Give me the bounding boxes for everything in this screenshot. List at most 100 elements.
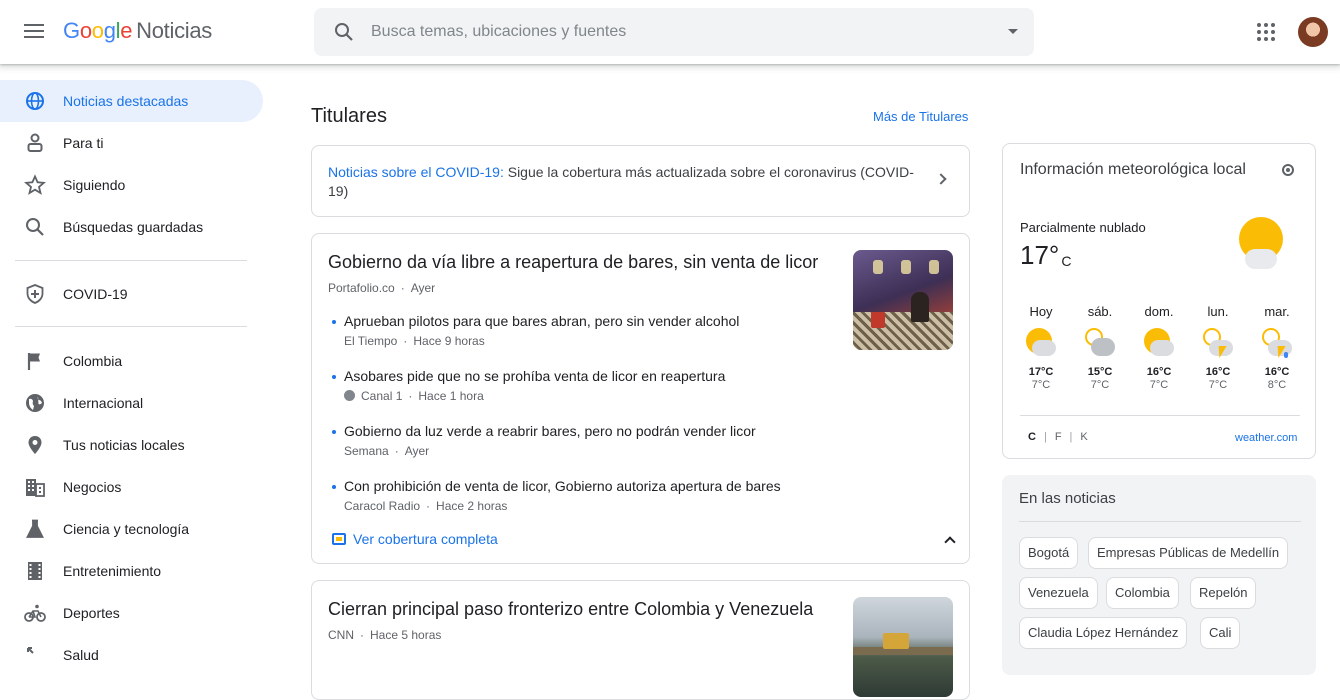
search-input[interactable] — [371, 20, 971, 44]
related-source[interactable]: Semana — [344, 444, 389, 458]
sidebar-item-salud[interactable]: Salud — [0, 634, 263, 676]
user-avatar[interactable] — [1298, 17, 1328, 47]
forecast-high: 16°C — [1264, 366, 1290, 378]
topic-chip[interactable]: Bogotá — [1019, 537, 1079, 569]
partly-cloudy-icon — [1026, 328, 1056, 358]
more-headlines-link[interactable]: Más de Titulares — [873, 109, 968, 124]
sidebar-item-ciencia-y-tecnologia[interactable]: Ciencia y tecnología — [0, 508, 263, 550]
unit-kelvin[interactable]: K — [1080, 431, 1087, 443]
cloud-icon — [1245, 249, 1277, 269]
sidebar-item-tus-noticias-locales[interactable]: Tus noticias locales — [0, 424, 263, 466]
forecast-day-label: sáb. — [1087, 304, 1113, 319]
building-icon — [26, 479, 45, 497]
sidebar-item-label: Búsquedas guardadas — [63, 219, 204, 235]
bullet — [332, 320, 336, 324]
forecast-day[interactable]: Hoy 17°C 7°C — [1012, 304, 1070, 391]
cloudy-icon — [1085, 328, 1115, 358]
apps-grid-icon[interactable] — [1254, 20, 1278, 44]
sidebar-item-label: Ciencia y tecnología — [63, 521, 190, 537]
related-source[interactable]: Canal 1 — [361, 389, 402, 403]
topic-chip[interactable]: Claudia López Hernández — [1019, 617, 1188, 649]
story-time: Ayer — [410, 281, 436, 295]
sidebar-item-negocios[interactable]: Negocios — [0, 466, 263, 508]
forecast-day[interactable]: dom. 16°C 7°C — [1130, 304, 1188, 391]
sidebar-item-para-ti[interactable]: Para ti — [0, 122, 263, 164]
menu-icon[interactable] — [22, 20, 46, 44]
related-meta: Semana · Ayer — [344, 444, 430, 458]
chevron-right-icon[interactable] — [935, 173, 947, 185]
story-thumbnail[interactable] — [853, 597, 953, 697]
forecast-low: 7°C — [1031, 379, 1051, 391]
sidebar-item-label: COVID-19 — [63, 286, 128, 302]
thunderstorm-rain-icon — [1262, 328, 1292, 358]
related-headline[interactable]: Gobierno da luz verde a reabrir bares, p… — [344, 423, 756, 439]
sidebar-item-entretenimiento[interactable]: Entretenimiento — [0, 550, 263, 592]
current-temperature: 17° C — [1020, 240, 1071, 271]
covid-banner-lead[interactable]: Noticias sobre el COVID-19: — [328, 164, 504, 180]
search-options-dropdown-icon[interactable] — [1008, 29, 1018, 34]
related-time: Hace 1 hora — [418, 389, 484, 403]
unit-fahrenheit[interactable]: F — [1055, 431, 1062, 443]
sidebar-item-label: Entretenimiento — [63, 563, 162, 579]
related-headline[interactable]: Asobares pide que no se prohíba venta de… — [344, 368, 725, 384]
story-headline[interactable]: Cierran principal paso fronterizo entre … — [328, 599, 813, 620]
my-location-icon[interactable] — [1282, 164, 1294, 176]
topic-chip[interactable]: Repelón — [1190, 577, 1257, 609]
forecast-day[interactable]: sáb. 15°C 7°C — [1071, 304, 1129, 391]
weather-divider — [1020, 415, 1300, 416]
topic-chip[interactable]: Colombia — [1106, 577, 1179, 609]
sidebar-nav: Noticias destacadas Para ti Siguiendo Bú… — [0, 64, 264, 663]
story-source[interactable]: Portafolio.co — [328, 281, 395, 295]
flask-icon — [26, 519, 44, 538]
covid-banner-card[interactable]: Noticias sobre el COVID-19: Sigue la cob… — [311, 145, 970, 217]
sidebar-item-siguiendo[interactable]: Siguiendo — [0, 164, 263, 206]
search-icon[interactable] — [332, 20, 356, 44]
story-thumbnail[interactable] — [853, 250, 953, 350]
sidebar-item-deportes[interactable]: Deportes — [0, 592, 263, 634]
chevron-up-icon[interactable] — [944, 536, 956, 548]
weather-card: Información meteorológica local Parcialm… — [1002, 143, 1316, 459]
person-icon — [27, 133, 43, 152]
in-the-news-title: En las noticias — [1019, 490, 1116, 507]
story-time: Hace 5 horas — [370, 628, 442, 642]
forecast-day[interactable]: lun. 16°C 7°C — [1189, 304, 1247, 391]
related-time: Hace 9 horas — [413, 334, 485, 348]
sidebar-item-label: Noticias destacadas — [63, 93, 189, 109]
sidebar-item-covid-19[interactable]: COVID-19 — [0, 273, 263, 315]
story-source[interactable]: CNN — [328, 628, 354, 642]
related-time: Ayer — [404, 444, 430, 458]
bullet — [332, 485, 336, 489]
partly-cloudy-icon — [1144, 328, 1174, 358]
forecast-high: 16°C — [1146, 366, 1172, 378]
sidebar-item-noticias-destacadas[interactable]: Noticias destacadas — [0, 80, 263, 122]
sidebar-item-label: Salud — [63, 647, 99, 663]
topic-chip[interactable]: Empresas Públicas de Medellín — [1088, 537, 1289, 569]
sidebar-item-label: Negocios — [63, 479, 122, 495]
weather-source-link[interactable]: weather.com — [1235, 432, 1297, 444]
story-card: Cierran principal paso fronterizo entre … — [311, 580, 970, 700]
forecast-high: 17°C — [1028, 366, 1054, 378]
related-source[interactable]: Caracol Radio — [344, 499, 420, 513]
story-headline[interactable]: Gobierno da vía libre a reapertura de ba… — [328, 252, 818, 273]
sidebar-item-label: Para ti — [63, 135, 104, 151]
forecast-day[interactable]: mar. 16°C 8°C — [1248, 304, 1306, 391]
full-coverage-link[interactable]: Ver cobertura completa — [332, 531, 498, 547]
google-news-logo[interactable]: Google Noticias — [63, 18, 212, 44]
bullet — [332, 430, 336, 434]
topic-chip[interactable]: Venezuela — [1019, 577, 1098, 609]
temperature-unit: C — [1061, 253, 1072, 269]
weather-title: Información meteorológica local — [1020, 161, 1246, 178]
health-icon — [27, 647, 34, 654]
related-source[interactable]: El Tiempo — [344, 334, 397, 348]
unit-celsius[interactable]: C — [1028, 431, 1036, 443]
forecast-low: 7°C — [1208, 379, 1228, 391]
search-bar[interactable] — [314, 8, 1034, 56]
film-icon — [28, 562, 42, 580]
sidebar-item-colombia[interactable]: Colombia — [0, 340, 263, 382]
related-headline[interactable]: Con prohibición de venta de licor, Gobie… — [344, 478, 781, 494]
search-icon — [26, 218, 44, 236]
sidebar-item-internacional[interactable]: Internacional — [0, 382, 263, 424]
sidebar-item-busquedas-guardadas[interactable]: Búsquedas guardadas — [0, 206, 263, 248]
topic-chip[interactable]: Cali — [1200, 617, 1241, 649]
related-headline[interactable]: Aprueban pilotos para que bares abran, p… — [344, 313, 739, 329]
